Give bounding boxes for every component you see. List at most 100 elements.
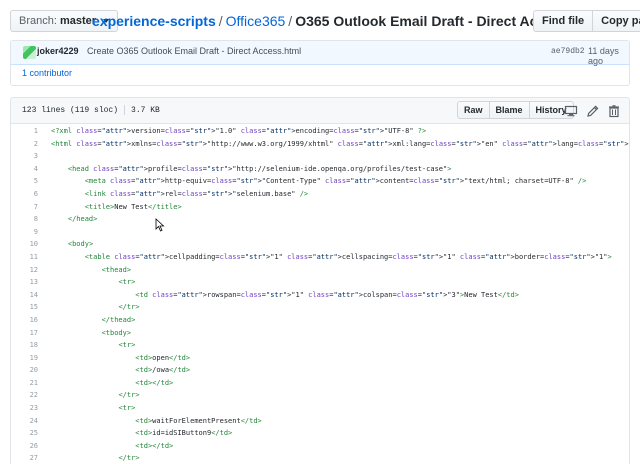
line-content: <tr> [118, 278, 136, 287]
code-line: 24 <td>waitForElementPresent</td> [11, 415, 629, 428]
code-line: 7 <title>New Test</title> [11, 201, 629, 214]
file-header: 123 lines (119 sloc) 3.7 KB Raw Blame His… [11, 98, 629, 124]
find-file-button[interactable]: Find file [533, 10, 594, 32]
code-line: 10 <body> [11, 238, 629, 251]
line-content: <body> [67, 240, 94, 249]
file-actions: Raw Blame History [457, 101, 574, 119]
line-content: <tbody> [101, 328, 132, 337]
line-content: <html class="attr">xmlns=class="str">"ht… [51, 139, 629, 148]
line-content: <td></td> [135, 441, 174, 450]
line-number[interactable]: 15 [11, 301, 38, 314]
blame-button[interactable]: Blame [488, 101, 530, 119]
code-line: 19 <td>open</td> [11, 352, 629, 365]
line-number[interactable]: 1 [11, 125, 38, 138]
avatar[interactable] [23, 46, 36, 59]
line-content: <?xml class="attr">version=class="str">"… [51, 127, 427, 135]
code-line: 20 <td>/owa</td> [11, 364, 629, 377]
line-content: <td>open</td> [135, 353, 191, 362]
code-line: 21 <td></td> [11, 377, 629, 390]
code-line: 2 <html class="attr">xmlns=class="str">"h… [11, 138, 629, 151]
line-content: <tr> [118, 404, 136, 413]
line-content: <td></td> [135, 378, 174, 387]
line-number[interactable]: 11 [11, 251, 38, 264]
line-number[interactable]: 25 [11, 427, 38, 440]
line-number[interactable]: 17 [11, 327, 38, 340]
line-content: <td class="attr">rowspan=class="str">"1"… [135, 290, 519, 299]
branch-label: Branch: [19, 15, 57, 27]
line-number[interactable]: 8 [11, 213, 38, 226]
desktop-icon[interactable] [564, 104, 578, 118]
code-line: 3 [11, 150, 629, 163]
line-content: </tr> [118, 391, 140, 400]
path-actions: Find file Copy path [533, 10, 640, 32]
commit-sha-link[interactable]: ae79db2 [551, 47, 585, 56]
branch-value: master [59, 15, 97, 27]
line-content: <td>/owa</td> [135, 366, 191, 375]
line-number[interactable]: 4 [11, 163, 38, 176]
line-content: <tr> [118, 341, 136, 350]
code-line: 25 <td>id=idSIButton9</td> [11, 427, 629, 440]
pencil-icon[interactable] [586, 104, 600, 118]
line-number[interactable]: 16 [11, 314, 38, 327]
trash-icon[interactable] [607, 104, 621, 118]
line-number[interactable]: 3 [11, 150, 38, 163]
breadcrumb-separator: / [288, 13, 293, 29]
line-content: <title>New Test</title> [84, 202, 182, 211]
code-line: 8 </head> [11, 213, 629, 226]
line-content: <link class="attr">rel=class="str">"sele… [84, 189, 309, 198]
code-line: 11 <table class="attr">cellpadding=class… [11, 251, 629, 264]
code-line: 14 <td class="attr">rowspan=class="str">… [11, 289, 629, 302]
line-content: <td>id=idSIButton9</td> [135, 429, 233, 438]
breadcrumb-dir-link[interactable]: Office365 [226, 13, 286, 29]
line-content: </thead> [101, 315, 136, 324]
line-content: <meta class="attr">http-equiv=class="str… [84, 177, 587, 186]
line-number[interactable]: 26 [11, 440, 38, 453]
line-number[interactable]: 21 [11, 377, 38, 390]
code-line: 9 [11, 226, 629, 239]
commit-author-link[interactable]: joker4229 [37, 46, 79, 56]
code-line: 6 <link class="attr">rel=class="str">"se… [11, 188, 629, 201]
line-content: <td>waitForElementPresent</td> [135, 416, 262, 425]
code-line: 26 <td></td> [11, 440, 629, 453]
breadcrumb-separator: / [218, 13, 223, 29]
code-line: 18 <tr> [11, 339, 629, 352]
code-line: 16 </thead> [11, 314, 629, 327]
latest-commit-row: joker4229 Create O365 Outlook Email Draf… [11, 41, 629, 66]
line-number[interactable]: 23 [11, 402, 38, 415]
line-number[interactable]: 10 [11, 238, 38, 251]
raw-button[interactable]: Raw [457, 101, 490, 119]
commit-tease: joker4229 Create O365 Outlook Email Draf… [10, 40, 630, 86]
line-number[interactable]: 9 [11, 226, 38, 239]
code-line: 1 <?xml class="attr">version=class="str">… [11, 125, 629, 138]
contributors-link[interactable]: 1 contributor [22, 68, 72, 78]
copy-path-button[interactable]: Copy path [592, 10, 640, 32]
line-content: </tr> [118, 454, 140, 463]
code-line: 5 <meta class="attr">http-equiv=class="s… [11, 175, 629, 188]
commit-message-link[interactable]: Create O365 Outlook Email Draft - Direct… [87, 46, 301, 56]
line-number[interactable]: 18 [11, 339, 38, 352]
breadcrumb: experience-scripts / Office365/O365 Outloo… [92, 11, 602, 31]
file-viewer: 123 lines (119 sloc) 3.7 KB Raw Blame His… [10, 97, 630, 464]
code-line: 17 <tbody> [11, 327, 629, 340]
line-number[interactable]: 20 [11, 364, 38, 377]
file-info: 123 lines (119 sloc) 3.7 KB [22, 105, 160, 115]
code-line: 15 </tr> [11, 301, 629, 314]
line-number[interactable]: 14 [11, 289, 38, 302]
breadcrumb-repo-link[interactable]: experience-scripts [92, 13, 216, 29]
line-number[interactable]: 27 [11, 452, 38, 464]
code-line: 23 <tr> [11, 402, 629, 415]
line-number[interactable]: 5 [11, 175, 38, 188]
mouse-cursor-icon [155, 218, 165, 232]
line-number[interactable]: 6 [11, 188, 38, 201]
line-number[interactable]: 13 [11, 276, 38, 289]
file-lines-count: 123 lines (119 sloc) [22, 106, 119, 116]
line-content: <head class="attr">profile=class="str">"… [67, 164, 452, 173]
line-number[interactable]: 2 [11, 138, 38, 151]
line-number[interactable]: 12 [11, 264, 38, 277]
line-number[interactable]: 7 [11, 201, 38, 214]
line-number[interactable]: 22 [11, 389, 38, 402]
line-number[interactable]: 19 [11, 352, 38, 365]
line-content: <table class="attr">cellpadding=class="s… [84, 252, 612, 261]
code-line: 13 <tr> [11, 276, 629, 289]
line-number[interactable]: 24 [11, 415, 38, 428]
